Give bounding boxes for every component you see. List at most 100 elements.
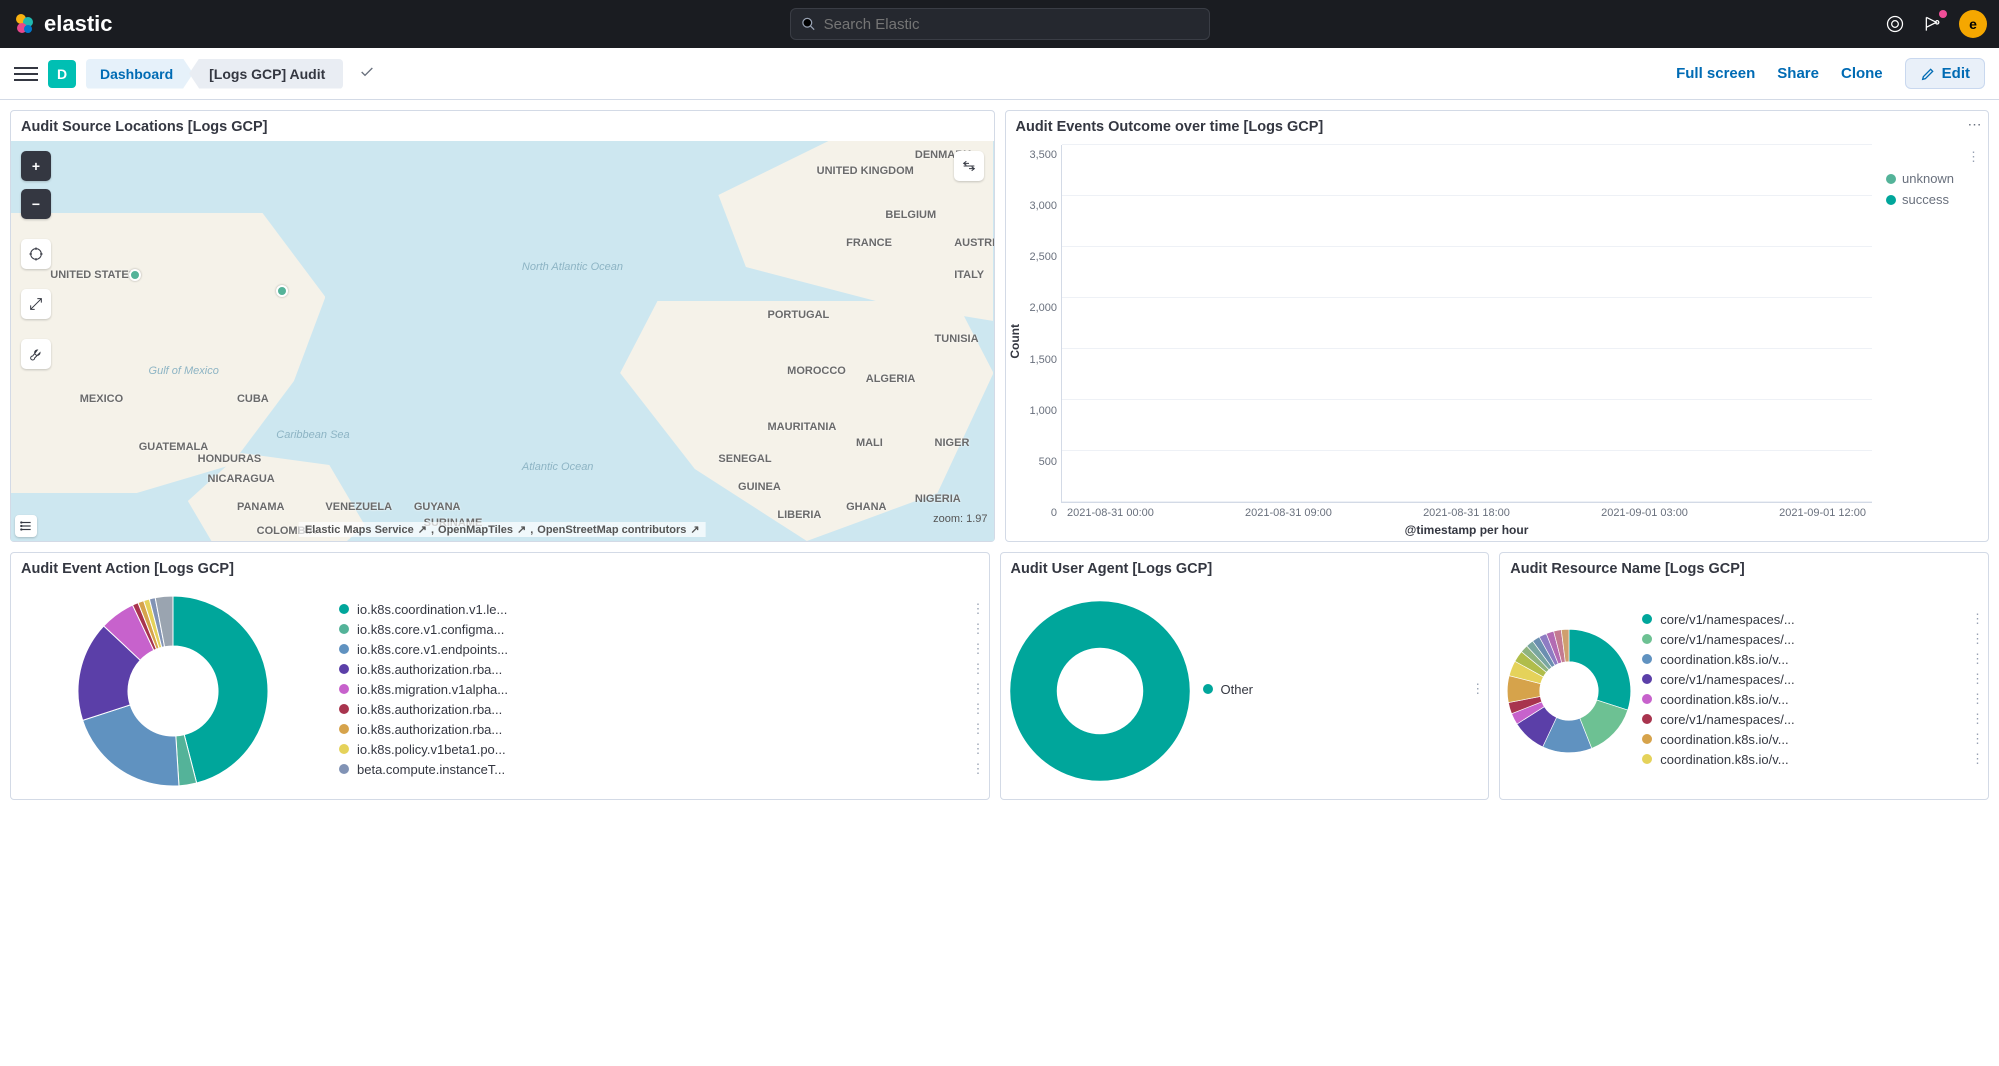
legend-item[interactable]: coordination.k8s.io/v...⋮: [1642, 691, 1984, 707]
ocean-label: Caribbean Sea: [276, 429, 349, 441]
legend-item-options-icon[interactable]: ⋮: [1971, 611, 1984, 627]
legend-item-options-icon[interactable]: ⋮: [972, 741, 985, 757]
external-link-icon: ↗: [418, 523, 427, 536]
legend-item-options-icon[interactable]: ⋮: [972, 601, 985, 617]
share-button[interactable]: Share: [1777, 65, 1819, 82]
legend-item-options-icon[interactable]: ⋮: [972, 701, 985, 717]
legend-item-options-icon[interactable]: ⋮: [1971, 631, 1984, 647]
country-label: GUYANA: [414, 501, 461, 513]
edit-button[interactable]: Edit: [1905, 58, 1985, 89]
legend-item-options-icon[interactable]: ⋮: [972, 761, 985, 777]
chart-legend: io.k8s.coordination.v1.le...⋮ io.k8s.core…: [335, 595, 989, 787]
panel-title: Audit User Agent [Logs GCP]: [1001, 553, 1489, 583]
pencil-icon: [1920, 66, 1936, 82]
chart-legend: Other⋮: [1199, 675, 1489, 707]
newsfeed-icon[interactable]: [1921, 12, 1945, 36]
layers-button[interactable]: [954, 151, 984, 181]
clone-button[interactable]: Clone: [1841, 65, 1883, 82]
elastic-logo-icon: [12, 12, 36, 36]
legend-item[interactable]: coordination.k8s.io/v...⋮: [1642, 731, 1984, 747]
legend-item-options-icon[interactable]: ⋮: [1971, 731, 1984, 747]
elastic-logo[interactable]: elastic: [12, 11, 113, 37]
legend-item[interactable]: io.k8s.authorization.rba...⋮: [339, 701, 985, 717]
zoom-out-button[interactable]: −: [21, 189, 51, 219]
panel-title: Audit Resource Name [Logs GCP]: [1500, 553, 1988, 583]
external-link-icon: ↗: [517, 523, 526, 536]
legend-item-options-icon[interactable]: ⋮: [972, 721, 985, 737]
ocean-label: Atlantic Ocean: [522, 461, 594, 473]
panel-bar-chart: ⋯ Audit Events Outcome over time [Logs G…: [1005, 110, 1990, 542]
panel-options-icon[interactable]: ⋯: [1966, 115, 1984, 133]
breadcrumb-current[interactable]: [Logs GCP] Audit: [189, 59, 343, 89]
legend-item[interactable]: core/v1/namespaces/...⋮: [1642, 611, 1984, 627]
x-axis-title: @timestamp per hour: [1061, 523, 1872, 537]
legend-item[interactable]: io.k8s.authorization.rba...⋮: [339, 721, 985, 737]
global-search-input[interactable]: [824, 16, 1199, 33]
breadcrumb-root[interactable]: Dashboard: [86, 59, 193, 89]
legend-item[interactable]: io.k8s.coordination.v1.le...⋮: [339, 601, 985, 617]
legend-item[interactable]: Other⋮: [1203, 681, 1485, 697]
legend-toggle-icon[interactable]: [15, 515, 37, 537]
help-icon[interactable]: [1883, 12, 1907, 36]
donut-slice[interactable]: [83, 705, 179, 786]
app-badge[interactable]: D: [48, 60, 76, 88]
legend-item-options-icon[interactable]: ⋮: [972, 621, 985, 637]
legend-item[interactable]: unknown: [1886, 171, 1980, 186]
donut-chart[interactable]: [1504, 626, 1634, 756]
external-link-icon: ↗: [690, 523, 699, 536]
y-axis-title: Count: [1006, 324, 1024, 359]
legend-item-options-icon[interactable]: ⋮: [972, 641, 985, 657]
panel-resource-pie: Audit Resource Name [Logs GCP] core/v1/n…: [1499, 552, 1989, 800]
donut-chart[interactable]: [1005, 596, 1195, 786]
map-data-point[interactable]: [129, 269, 141, 281]
legend-options-icon[interactable]: ⋮: [1967, 149, 1980, 165]
panel-title: Audit Source Locations [Logs GCP]: [11, 111, 994, 141]
legend-item[interactable]: coordination.k8s.io/v...⋮: [1642, 751, 1984, 767]
donut-slice[interactable]: [1569, 629, 1631, 710]
global-search[interactable]: [790, 8, 1210, 40]
panel-action-pie: Audit Event Action [Logs GCP] io.k8s.coo…: [10, 552, 990, 800]
legend-item-options-icon[interactable]: ⋮: [1971, 651, 1984, 667]
zoom-level: zoom: 1.97: [933, 513, 987, 525]
legend-item[interactable]: io.k8s.core.v1.configma...⋮: [339, 621, 985, 637]
chart-plot[interactable]: [1061, 145, 1872, 503]
ocean-label: North Atlantic Ocean: [522, 261, 623, 273]
legend-item-options-icon[interactable]: ⋮: [1971, 751, 1984, 767]
legend-item[interactable]: core/v1/namespaces/...⋮: [1642, 631, 1984, 647]
panel-ua-pie: Audit User Agent [Logs GCP] Other⋮: [1000, 552, 1490, 800]
legend-item[interactable]: coordination.k8s.io/v...⋮: [1642, 651, 1984, 667]
donut-chart[interactable]: [23, 591, 323, 791]
chart-legend: core/v1/namespaces/...⋮ core/v1/namespace…: [1638, 605, 1988, 777]
map-surface[interactable]: UNITED STATES MEXICO CUBA GUATEMALA HOND…: [11, 141, 994, 541]
legend-item[interactable]: core/v1/namespaces/...⋮: [1642, 711, 1984, 727]
fullscreen-button[interactable]: Full screen: [1676, 65, 1755, 82]
legend-item-options-icon[interactable]: ⋮: [972, 661, 985, 677]
x-axis: 2021-08-31 00:002021-08-31 09:002021-08-…: [1061, 503, 1872, 519]
legend-item-options-icon[interactable]: ⋮: [1971, 671, 1984, 687]
legend-item[interactable]: beta.compute.instanceT...⋮: [339, 761, 985, 777]
user-avatar[interactable]: e: [1959, 10, 1987, 38]
legend-item[interactable]: io.k8s.authorization.rba...⋮: [339, 661, 985, 677]
chart-legend: ⋮ unknown success: [1878, 141, 1988, 541]
legend-item-options-icon[interactable]: ⋮: [972, 681, 985, 697]
legend-item[interactable]: io.k8s.policy.v1beta1.po...⋮: [339, 741, 985, 757]
fit-bounds-button[interactable]: [21, 239, 51, 269]
elastic-logo-text: elastic: [44, 11, 113, 37]
nav-toggle-icon[interactable]: [14, 63, 38, 85]
legend-item[interactable]: io.k8s.core.v1.endpoints...⋮: [339, 641, 985, 657]
legend-item[interactable]: io.k8s.migration.v1alpha...⋮: [339, 681, 985, 697]
legend-item-options-icon[interactable]: ⋮: [1971, 691, 1984, 707]
map-body[interactable]: UNITED STATES MEXICO CUBA GUATEMALA HOND…: [11, 141, 994, 541]
panel-title: Audit Events Outcome over time [Logs GCP…: [1006, 111, 1989, 141]
legend-item-options-icon[interactable]: ⋮: [1971, 711, 1984, 727]
expand-button[interactable]: [21, 289, 51, 319]
legend-item-options-icon[interactable]: ⋮: [1471, 681, 1484, 697]
donut-slice[interactable]: [1009, 601, 1190, 782]
breadcrumb: Dashboard [Logs GCP] Audit: [86, 59, 343, 89]
tools-button[interactable]: [21, 339, 51, 369]
global-header: elastic e: [0, 0, 1999, 48]
saved-check-icon: [359, 64, 375, 83]
zoom-in-button[interactable]: +: [21, 151, 51, 181]
legend-item[interactable]: success: [1886, 192, 1980, 207]
legend-item[interactable]: core/v1/namespaces/...⋮: [1642, 671, 1984, 687]
